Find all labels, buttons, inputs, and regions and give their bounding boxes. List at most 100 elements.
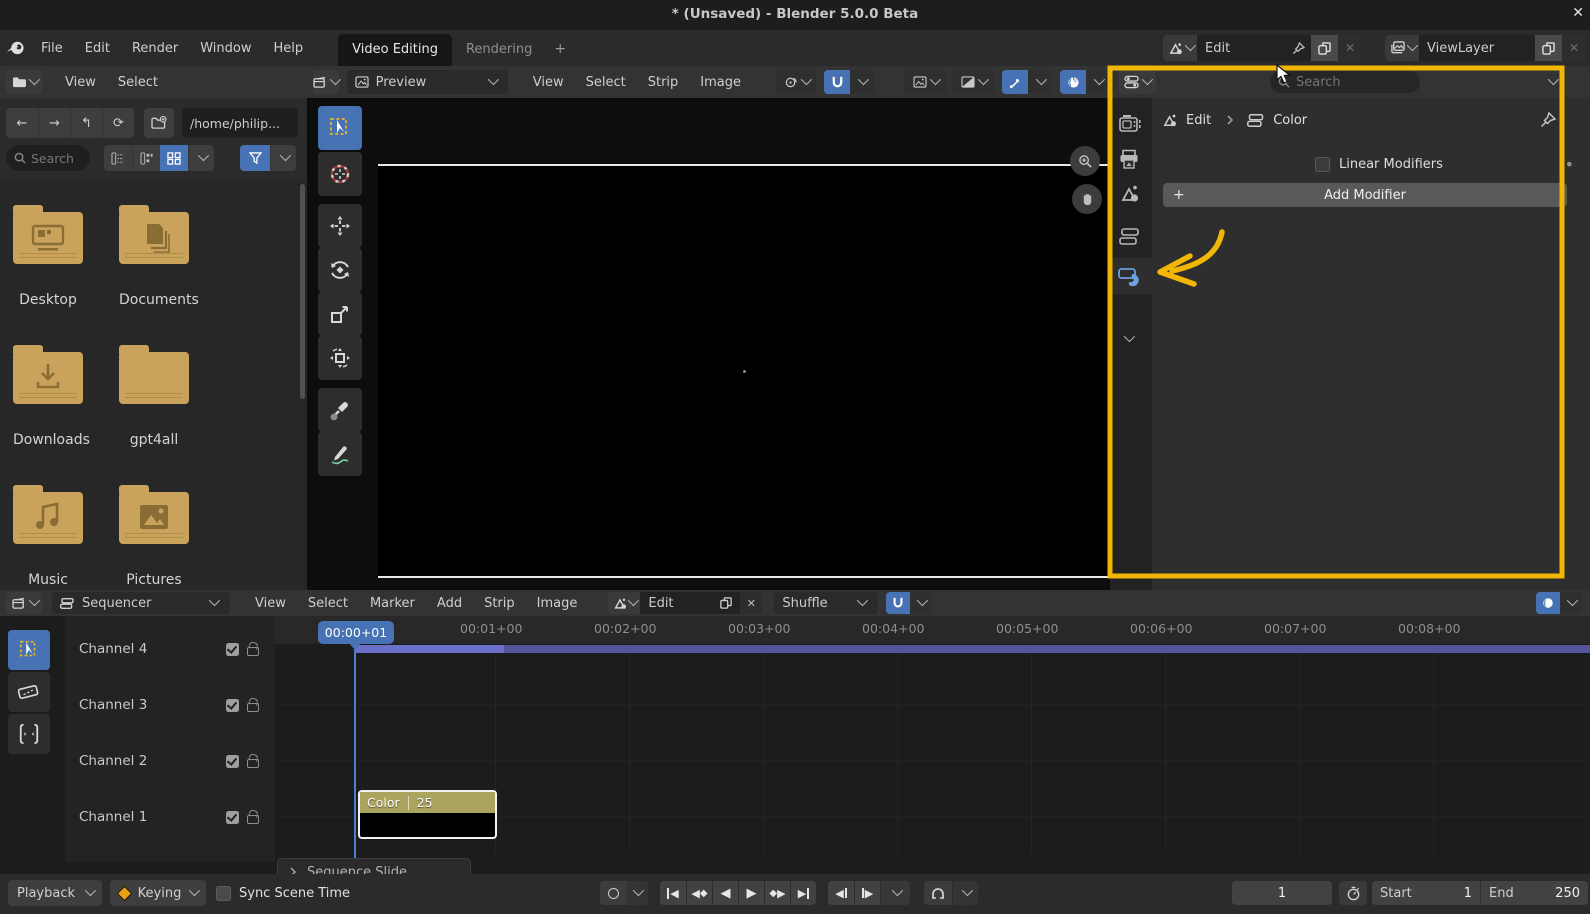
record-button[interactable] (600, 881, 626, 905)
fb-forward-button[interactable]: → (38, 108, 70, 138)
scene-new-copy-button[interactable] (1311, 35, 1338, 61)
jump-to-end-button[interactable]: ▶ (790, 881, 816, 905)
next-frame-button[interactable]: ▶ (854, 881, 880, 905)
channel-1-mute-checkbox[interactable] (226, 810, 239, 824)
scene-browse-button[interactable] (1163, 35, 1197, 61)
properties-tab-overflow-chevron[interactable] (1124, 334, 1132, 345)
tab-strip-properties[interactable] (1119, 227, 1141, 247)
channel-4-mute-checkbox[interactable] (226, 642, 239, 656)
add-modifier-button[interactable]: + Add Modifier (1163, 183, 1567, 207)
color-strip[interactable]: Color 25 (358, 790, 497, 839)
seq-scene-unlink-button[interactable]: ✕ (740, 592, 763, 614)
playhead-line[interactable] (354, 644, 356, 862)
preview-menu-strip[interactable]: Strip (637, 75, 690, 90)
window-close-button[interactable]: ✕ (1572, 5, 1584, 21)
tool-annotate[interactable] (318, 432, 362, 476)
av-sync-dropdown[interactable] (952, 881, 978, 905)
list-item[interactable]: Downloads (13, 345, 90, 448)
sync-scene-time-row[interactable]: Sync Scene Time (216, 880, 350, 906)
tab-scene-properties[interactable] (1120, 184, 1140, 204)
gizmo-settings-dropdown[interactable] (1028, 70, 1052, 94)
prev-keyframe-button[interactable]: ◀ ◆ (686, 881, 712, 905)
jump-to-start-button[interactable]: ◀ (660, 881, 686, 905)
decorator-dot[interactable]: • (1565, 155, 1574, 174)
prev-frame-button[interactable]: ◀ (828, 881, 854, 905)
editor-type-properties[interactable] (1118, 70, 1156, 94)
channel-3-mute-checkbox[interactable] (226, 698, 239, 712)
fb-path-field[interactable]: /home/philip... (182, 108, 298, 138)
overlays-dropdown[interactable] (1086, 70, 1110, 94)
viewlayer-browse-button[interactable] (1385, 35, 1419, 61)
fb-refresh-button[interactable]: ⟳ (102, 108, 134, 138)
preview-menu-select[interactable]: Select (575, 75, 637, 90)
fb-scrollbar[interactable] (300, 184, 305, 399)
breadcrumb-scene[interactable]: Edit (1186, 113, 1211, 128)
seq-menu-marker[interactable]: Marker (359, 596, 426, 611)
seq-tool-retime[interactable] (8, 714, 50, 754)
fb-display-thumbnail-button[interactable] (160, 145, 188, 171)
fb-filter-dropdown[interactable] (270, 145, 296, 171)
linear-modifiers-checkbox[interactable] (1315, 156, 1330, 172)
list-item[interactable]: Pictures (119, 485, 189, 588)
viewlayer-delete-button[interactable]: ✕ (1562, 35, 1586, 61)
editor-type-sequencer[interactable] (6, 592, 42, 614)
seq-snap-mode-dropdown[interactable]: Shuffle (774, 592, 879, 614)
next-keyframe-button[interactable]: ◆ ▶ (764, 881, 790, 905)
menu-window[interactable]: Window (189, 41, 262, 56)
snap-settings-dropdown[interactable] (850, 70, 874, 94)
sequencer-mode-dropdown[interactable]: Sequencer (52, 592, 230, 614)
pan-hand-button[interactable] (1072, 184, 1102, 214)
fb-filter-toggle[interactable] (240, 145, 270, 171)
use-preview-range-button[interactable] (1339, 881, 1367, 905)
viewlayer-copy-button[interactable] (1535, 35, 1562, 61)
fb-search-input[interactable]: Search (6, 145, 90, 171)
sync-scene-time-checkbox[interactable] (216, 885, 231, 901)
tool-cursor[interactable] (318, 152, 362, 196)
channel-4-lock-icon[interactable] (247, 647, 259, 656)
scene-name-field[interactable]: Edit (1197, 35, 1285, 61)
seq-snap-dropdown[interactable] (910, 592, 933, 614)
scene-delete-button[interactable]: ✕ (1338, 35, 1362, 61)
fb-display-horizontal-list-button[interactable] (132, 145, 160, 171)
list-item[interactable]: gpt4all (119, 345, 189, 448)
seq-tool-blade[interactable] (8, 672, 50, 712)
fb-menu-select[interactable]: Select (107, 75, 169, 90)
workspace-add-tab-button[interactable]: + (546, 33, 574, 66)
fb-display-settings-dropdown[interactable] (188, 145, 214, 171)
seq-scene-browse-button[interactable] (608, 592, 641, 614)
fb-display-vertical-list-button[interactable] (104, 145, 132, 171)
fb-back-button[interactable]: ← (6, 108, 38, 138)
frame-step-dropdown[interactable] (880, 881, 910, 905)
overlays-toggle[interactable] (1060, 70, 1086, 94)
tab-modifier-properties[interactable] (1110, 258, 1152, 294)
seq-menu-image[interactable]: Image (526, 596, 589, 611)
list-item[interactable]: Desktop (13, 205, 83, 308)
playback-dropdown[interactable]: Playback (8, 880, 102, 906)
breadcrumb-pin-icon[interactable] (1540, 112, 1556, 128)
fb-up-button[interactable]: ↰ (70, 108, 102, 138)
seq-menu-strip[interactable]: Strip (473, 596, 526, 611)
timeline-ruler[interactable]: 00:01+00 00:02+00 00:03+00 00:04+00 00:0… (275, 616, 1590, 644)
editor-type-preview[interactable] (313, 70, 339, 94)
channel-2-mute-checkbox[interactable] (226, 754, 239, 768)
operator-panel[interactable]: Sequence Slide (277, 858, 471, 874)
preview-menu-view[interactable]: View (522, 75, 575, 90)
proxy-render-size-dropdown[interactable] (904, 70, 946, 94)
current-frame-field[interactable]: 1 (1232, 881, 1332, 905)
menu-file[interactable]: File (30, 41, 74, 56)
list-item[interactable]: Documents (119, 205, 199, 308)
keying-dropdown[interactable]: Keying (110, 880, 206, 906)
playhead-badge[interactable]: 00:00+01 (318, 621, 394, 644)
zoom-in-button[interactable] (1070, 146, 1100, 176)
seq-overlays-toggle[interactable] (1536, 592, 1560, 614)
editor-type-file-browser[interactable] (6, 70, 42, 94)
blender-logo-icon[interactable] (6, 39, 25, 56)
menu-help[interactable]: Help (263, 41, 315, 56)
channel-row-4[interactable]: Channel 4 (79, 639, 259, 659)
tool-move[interactable] (318, 204, 362, 248)
list-item[interactable]: Music (13, 485, 83, 588)
tool-sample[interactable] (318, 388, 362, 432)
fb-new-folder-button[interactable] (144, 108, 174, 138)
tool-rotate[interactable] (318, 248, 362, 292)
preview-canvas[interactable] (307, 98, 1110, 612)
